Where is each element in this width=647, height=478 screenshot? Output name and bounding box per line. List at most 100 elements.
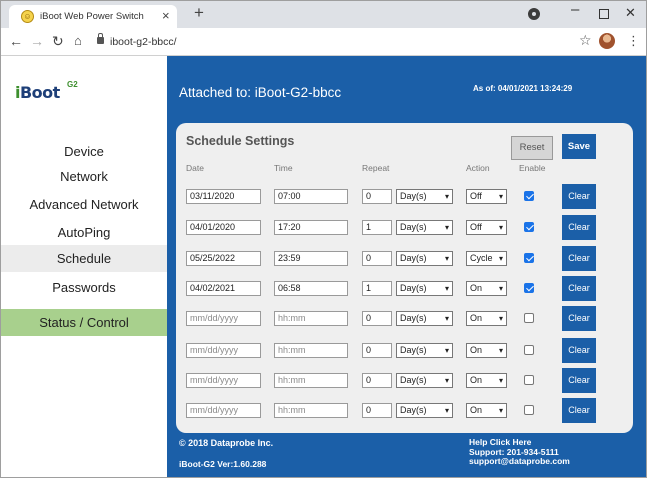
- clear-button[interactable]: Clear: [562, 306, 596, 331]
- repeat-input[interactable]: 0: [362, 403, 392, 418]
- action-select[interactable]: Off ▾: [466, 220, 507, 235]
- repeat-unit-select[interactable]: Day(s) ▾: [396, 343, 453, 358]
- sidebar-item-schedule[interactable]: Schedule: [1, 245, 167, 272]
- repeat-input[interactable]: 0: [362, 373, 392, 388]
- clear-button[interactable]: Clear: [562, 338, 596, 363]
- action-select[interactable]: On ▾: [466, 373, 507, 388]
- clear-button[interactable]: Clear: [562, 215, 596, 240]
- extension-icon[interactable]: [528, 8, 540, 20]
- table-row: mm/dd/yyyy hh:mm 0 Day(s) ▾ On ▾ Clear: [176, 368, 633, 393]
- repeat-input[interactable]: 1: [362, 281, 392, 296]
- repeat-unit-select[interactable]: Day(s) ▾: [396, 220, 453, 235]
- repeat-unit-value: Day(s): [400, 345, 427, 355]
- home-icon[interactable]: ⌂: [74, 33, 82, 48]
- tab-bar: ☺ iBoot Web Power Switch × + – ✕: [1, 1, 646, 28]
- table-row: 05/25/2022 23:59 0 Day(s) ▾ Cycle ▾ Clear: [176, 246, 633, 271]
- date-input[interactable]: 03/11/2020: [186, 189, 261, 204]
- date-input[interactable]: 05/25/2022: [186, 251, 261, 266]
- time-input[interactable]: hh:mm: [274, 373, 348, 388]
- reload-icon[interactable]: ↻: [52, 33, 64, 50]
- window-close-icon[interactable]: ✕: [625, 5, 636, 21]
- clear-button[interactable]: Clear: [562, 398, 596, 423]
- sidebar-item-network[interactable]: Network: [1, 169, 167, 184]
- reset-button[interactable]: Reset: [511, 136, 553, 160]
- logo-badge: G2: [67, 80, 78, 89]
- enable-checkbox[interactable]: [524, 253, 534, 263]
- action-select[interactable]: On ▾: [466, 403, 507, 418]
- repeat-unit-select[interactable]: Day(s) ▾: [396, 403, 453, 418]
- avatar[interactable]: [599, 33, 615, 49]
- minimize-icon[interactable]: –: [571, 1, 579, 18]
- sidebar-item-status-control[interactable]: Status / Control: [1, 309, 167, 336]
- repeat-input[interactable]: 1: [362, 220, 392, 235]
- repeat-unit-select[interactable]: Day(s) ▾: [396, 251, 453, 266]
- time-input[interactable]: hh:mm: [274, 311, 348, 326]
- save-button[interactable]: Save: [562, 134, 596, 159]
- time-input[interactable]: hh:mm: [274, 343, 348, 358]
- time-input[interactable]: 17:20: [274, 220, 348, 235]
- date-input[interactable]: mm/dd/yyyy: [186, 311, 261, 326]
- time-input[interactable]: hh:mm: [274, 403, 348, 418]
- repeat-unit-select[interactable]: Day(s) ▾: [396, 189, 453, 204]
- table-row: mm/dd/yyyy hh:mm 0 Day(s) ▾ On ▾ Clear: [176, 306, 633, 331]
- clear-button[interactable]: Clear: [562, 276, 596, 301]
- date-input[interactable]: 04/02/2021: [186, 281, 261, 296]
- arrow-right-icon[interactable]: →: [30, 33, 44, 49]
- repeat-input[interactable]: 0: [362, 251, 392, 266]
- sidebar-item-device[interactable]: Device: [1, 144, 167, 159]
- time-input[interactable]: 07:00: [274, 189, 348, 204]
- repeat-unit-value: Day(s): [400, 405, 427, 415]
- date-input[interactable]: mm/dd/yyyy: [186, 373, 261, 388]
- action-select[interactable]: On ▾: [466, 343, 507, 358]
- star-icon[interactable]: ☆: [579, 32, 592, 49]
- repeat-input[interactable]: 0: [362, 189, 392, 204]
- chevron-down-icon: ▾: [444, 346, 449, 355]
- enable-checkbox[interactable]: [524, 191, 534, 201]
- time-input[interactable]: 06:58: [274, 281, 348, 296]
- lock-icon[interactable]: [97, 33, 104, 44]
- clear-button[interactable]: Clear: [562, 184, 596, 209]
- url-field[interactable]: iboot-g2-bbcc/: [110, 36, 177, 48]
- browser-tab[interactable]: ☺ iBoot Web Power Switch ×: [9, 5, 177, 28]
- sidebar-item-autoping[interactable]: AutoPing: [1, 225, 167, 240]
- enable-checkbox[interactable]: [524, 345, 534, 355]
- enable-checkbox[interactable]: [524, 283, 534, 293]
- tab-title: iBoot Web Power Switch: [40, 11, 144, 22]
- sidebar-item-advanced-network[interactable]: Advanced Network: [1, 197, 167, 212]
- action-select[interactable]: Off ▾: [466, 189, 507, 204]
- enable-checkbox[interactable]: [524, 375, 534, 385]
- repeat-unit-select[interactable]: Day(s) ▾: [396, 311, 453, 326]
- repeat-input[interactable]: 0: [362, 311, 392, 326]
- support-email[interactable]: support@dataprobe.com: [469, 456, 570, 467]
- repeat-unit-value: Day(s): [400, 283, 427, 293]
- chevron-down-icon: ▾: [498, 192, 503, 201]
- table-row: 03/11/2020 07:00 0 Day(s) ▾ Off ▾ Clear: [176, 184, 633, 209]
- enable-checkbox[interactable]: [524, 313, 534, 323]
- clear-button[interactable]: Clear: [562, 246, 596, 271]
- menu-dots-icon[interactable]: ⋮: [627, 33, 640, 49]
- chevron-down-icon: ▾: [498, 223, 503, 232]
- enable-checkbox[interactable]: [524, 222, 534, 232]
- main-panel: Attached to: iBoot-G2-bbcc As of: 04/01/…: [167, 56, 646, 477]
- action-select[interactable]: On ▾: [466, 311, 507, 326]
- maximize-icon[interactable]: [599, 9, 609, 19]
- tab-close-icon[interactable]: ×: [162, 8, 170, 23]
- action-select[interactable]: On ▾: [466, 281, 507, 296]
- new-tab-icon[interactable]: +: [194, 3, 204, 23]
- sidebar-item-passwords[interactable]: Passwords: [1, 280, 167, 295]
- table-row: mm/dd/yyyy hh:mm 0 Day(s) ▾ On ▾ Clear: [176, 338, 633, 363]
- chevron-down-icon: ▾: [444, 406, 449, 415]
- repeat-input[interactable]: 0: [362, 343, 392, 358]
- date-input[interactable]: mm/dd/yyyy: [186, 403, 261, 418]
- repeat-unit-select[interactable]: Day(s) ▾: [396, 281, 453, 296]
- chevron-down-icon: ▾: [498, 254, 503, 263]
- clear-button[interactable]: Clear: [562, 368, 596, 393]
- date-input[interactable]: 04/01/2020: [186, 220, 261, 235]
- enable-checkbox[interactable]: [524, 405, 534, 415]
- time-input[interactable]: 23:59: [274, 251, 348, 266]
- arrow-left-icon[interactable]: ←: [9, 33, 23, 49]
- repeat-unit-select[interactable]: Day(s) ▾: [396, 373, 453, 388]
- action-select[interactable]: Cycle ▾: [466, 251, 507, 266]
- date-input[interactable]: mm/dd/yyyy: [186, 343, 261, 358]
- page: iBoot G2 Device Network Advanced Network…: [1, 56, 646, 477]
